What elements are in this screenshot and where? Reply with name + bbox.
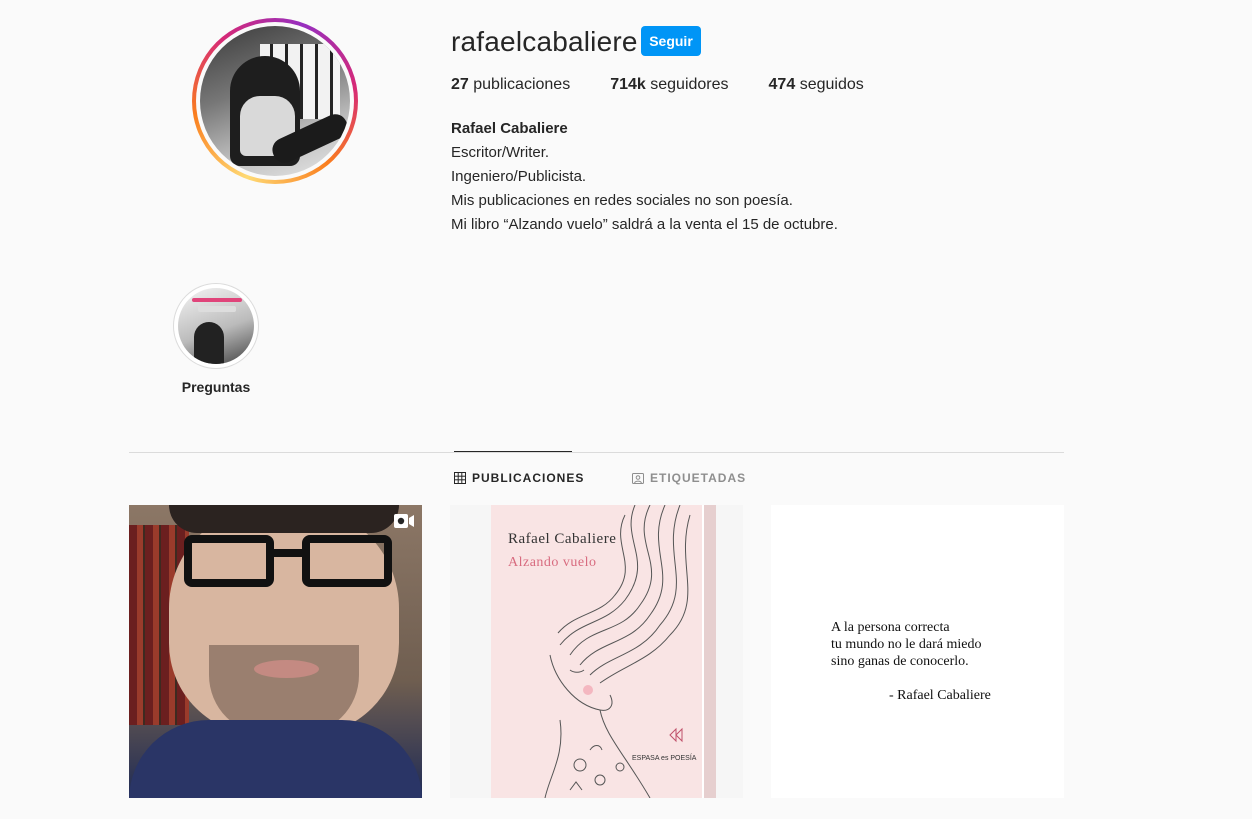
book-publisher: ESPASA es POESÍA: [632, 755, 697, 762]
profile-avatar[interactable]: [192, 18, 358, 184]
shirt: [129, 720, 422, 798]
bio-line: Escritor/Writer.: [451, 144, 550, 161]
glasses-bridge: [272, 549, 304, 557]
tab-etiquetadas[interactable]: ETIQUETADAS: [632, 471, 746, 485]
quote-author: - Rafael Cabaliere: [889, 688, 991, 703]
bio-line: Ingeniero/Publicista.: [451, 168, 587, 185]
bio-line: Mi libro “Alzando vuelo” saldrá a la ven…: [451, 216, 838, 233]
stat-label: seguidores: [650, 76, 729, 93]
active-tab-indicator: [454, 451, 572, 452]
stat-value: 714k: [610, 76, 646, 93]
profile-full-name: Rafael Cabaliere: [451, 120, 568, 137]
tab-label: ETIQUETADAS: [650, 471, 747, 485]
quote-line: A la persona correcta: [831, 620, 950, 635]
stat-publicaciones: 27 publicaciones: [451, 76, 570, 94]
stat-seguidos[interactable]: 474 seguidos: [769, 76, 864, 94]
grid-icon: [454, 472, 466, 484]
profile-stats: 27 publicaciones 714k seguidores 474 seg…: [451, 76, 904, 94]
lips: [254, 660, 319, 678]
question-sticker-bar: [192, 298, 242, 302]
hair: [169, 505, 399, 533]
post-thumbnail[interactable]: [129, 505, 422, 798]
stat-label: publicaciones: [473, 76, 571, 93]
tab-label: PUBLICACIONES: [472, 471, 585, 485]
avatar-photo: [200, 26, 350, 176]
profile-username: rafaelcabaliere: [451, 26, 638, 57]
tabs-divider: [129, 452, 1064, 453]
stat-label: seguidos: [799, 76, 864, 93]
person-silhouette: [194, 322, 224, 364]
post-thumbnail[interactable]: A la persona correcta tu mundo no le dar…: [771, 505, 1064, 798]
tagged-icon: [632, 473, 644, 484]
highlight-cover: [178, 288, 254, 364]
profile-bio: Rafael Cabaliere Escritor/Writer. Ingeni…: [451, 117, 838, 237]
highlight-label: Preguntas: [181, 379, 251, 395]
window-bar: [300, 44, 303, 119]
stat-value: 27: [451, 76, 469, 93]
avatar-inner: [196, 22, 354, 180]
glasses: [184, 535, 394, 590]
quote-line: tu mundo no le dará miedo: [831, 637, 982, 652]
video-icon: [394, 514, 414, 528]
quote-line: sino ganas de conocerlo.: [831, 654, 969, 669]
window-bar: [330, 44, 333, 119]
tab-publicaciones[interactable]: PUBLICACIONES: [454, 471, 584, 485]
stat-seguidores[interactable]: 714k seguidores: [610, 76, 728, 94]
question-sticker-field: [198, 306, 236, 312]
quote-text: A la persona correcta tu mundo no le dar…: [831, 619, 981, 670]
follow-button[interactable]: Seguir: [641, 26, 701, 56]
highlight-ring: [173, 283, 259, 369]
window-bar: [315, 44, 318, 119]
glasses-lens: [184, 535, 274, 587]
story-highlight[interactable]: Preguntas: [172, 283, 260, 395]
post-thumbnail[interactable]: Rafael Cabaliere Alzando vuelo ESPASA es…: [450, 505, 743, 798]
bio-line: Mis publicaciones en redes sociales no s…: [451, 192, 793, 209]
stat-value: 474: [768, 76, 796, 93]
glasses-lens: [302, 535, 392, 587]
